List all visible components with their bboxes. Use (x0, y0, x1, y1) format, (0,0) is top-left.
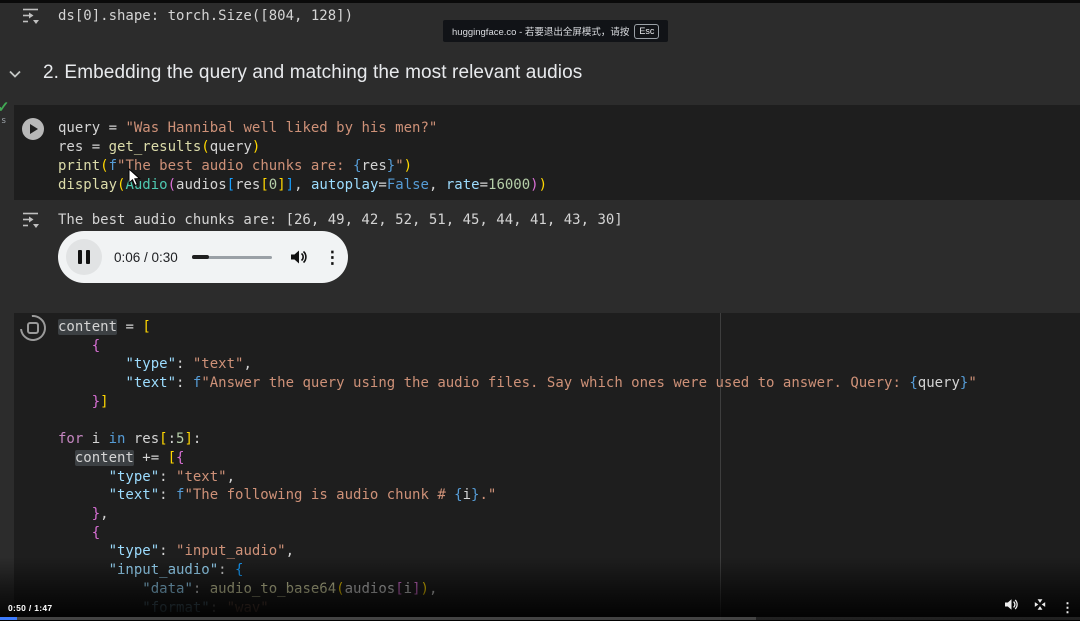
mouse-cursor (128, 167, 141, 192)
code-line: content = [ (58, 319, 151, 335)
video-buffered-bar (0, 617, 756, 620)
code-line: }, (91, 506, 109, 523)
fullscreen-exit-tooltip: huggingface.co - 若要退出全屏模式，请按 Esc (443, 20, 669, 42)
code-line: for i in res[:5]: (58, 431, 202, 448)
audio-time-display: 0:06 / 0:30 (114, 249, 178, 265)
top-letterbox (0, 0, 1080, 3)
chevron-down-icon[interactable] (0, 66, 30, 81)
tooltip-text: huggingface.co - 若要退出全屏模式，请按 (452, 27, 630, 38)
volume-icon[interactable] (290, 249, 308, 265)
section-header[interactable]: 2. Embedding the query and matching the … (0, 58, 1080, 88)
audio-player[interactable]: 0:06 / 0:30 ⋮ (58, 231, 348, 283)
code-line: }] (91, 393, 109, 410)
code-line: "type": "text", (108, 468, 236, 485)
esc-key-badge: Esc (634, 23, 660, 39)
code-line: content += [{ (74, 449, 185, 466)
video-menu-icon[interactable]: ⋮ (1061, 601, 1074, 614)
video-played-bar (0, 617, 18, 620)
pause-button[interactable] (66, 239, 102, 275)
output-chunks-text: The best audio chunks are: [26, 49, 42, … (58, 212, 623, 228)
pause-icon (78, 250, 82, 264)
video-volume-icon[interactable] (1004, 598, 1019, 616)
code-cell-query[interactable]: query = "Was Hannibal well liked by his … (14, 105, 1080, 200)
notebook-video-frame: ds[0].shape: torch.Size([804, 128]) hugg… (0, 0, 1080, 621)
execution-time-label: s (1, 116, 7, 126)
audio-progress-fill (191, 255, 210, 259)
output-shape-text: ds[0].shape: torch.Size([804, 128]) (58, 8, 354, 24)
video-time-display: 0:50 / 1:47 (8, 603, 53, 613)
code-line: query = "Was Hannibal well liked by his … (58, 120, 438, 136)
video-controls: ⋮ (1004, 598, 1074, 616)
play-icon (30, 124, 38, 134)
stop-icon (27, 322, 39, 334)
code-line: { (91, 337, 101, 354)
audio-seek-slider[interactable] (191, 255, 272, 259)
execution-success-check-icon: ✓ (0, 99, 10, 116)
cell-output-icon (21, 211, 41, 234)
exit-fullscreen-icon[interactable] (1033, 598, 1047, 616)
code-line: "text": f"Answer the query using the aud… (125, 375, 977, 392)
pause-icon (86, 250, 90, 264)
code-line: "text": f"The following is audio chunk #… (108, 487, 497, 504)
code-line: "type": "text", (125, 356, 252, 373)
cell-output-icon (21, 7, 41, 30)
section-title: 2. Embedding the query and matching the … (43, 62, 583, 83)
video-controls-overlay (0, 557, 1080, 621)
code-line: res = get_results(query) (58, 139, 261, 155)
code-line: { (91, 524, 101, 541)
audio-menu-icon[interactable]: ⋮ (324, 249, 341, 266)
run-cell-button[interactable] (22, 118, 44, 140)
stop-running-cell-button[interactable] (14, 309, 52, 347)
